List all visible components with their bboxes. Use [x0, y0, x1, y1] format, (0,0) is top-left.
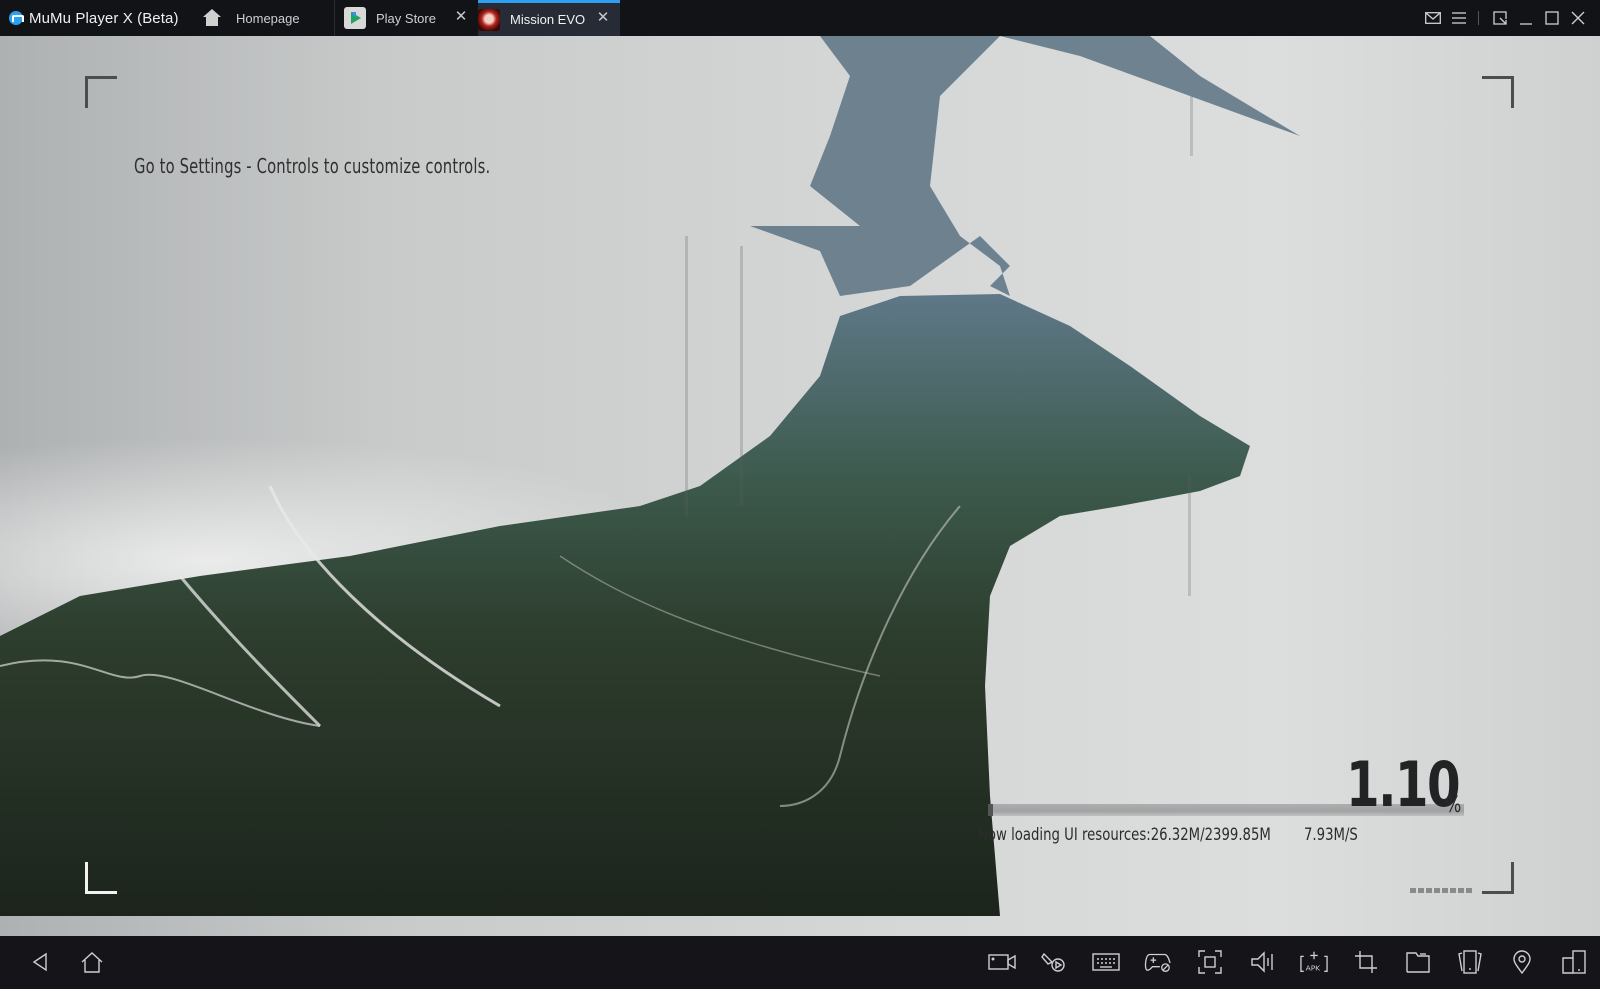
percent-sign: % — [1445, 793, 1462, 818]
shrink-window-button[interactable] — [1487, 0, 1512, 36]
emulator-toolbar: APK — [0, 936, 1600, 989]
frame-corner-bottom-right — [1482, 862, 1514, 894]
progress-percent: 1.10 — [1346, 748, 1461, 821]
back-icon — [32, 952, 47, 972]
location-icon — [1513, 950, 1531, 974]
home-icon — [202, 9, 222, 27]
background-streak — [1188, 476, 1191, 596]
window-controls — [1419, 0, 1600, 36]
mumu-logo-icon — [9, 11, 24, 25]
location-button[interactable] — [1508, 949, 1536, 975]
macro-record-icon — [1041, 952, 1065, 972]
shrink-window-icon — [1492, 11, 1507, 25]
close-tab-icon[interactable]: ✕ — [596, 10, 610, 25]
background-streak — [685, 236, 688, 516]
gamepad-icon — [1144, 953, 1171, 972]
app-brand: MuMu Player X (Beta) — [0, 0, 179, 36]
background-streak — [740, 246, 743, 506]
minimize-icon — [1519, 23, 1532, 25]
title-bar: MuMu Player X (Beta) Homepage Play Store… — [0, 0, 1600, 36]
controls-divider — [1478, 11, 1479, 25]
menu-button[interactable] — [1446, 0, 1471, 36]
mail-icon — [1424, 12, 1441, 24]
loading-status-text: Now loading UI resources:26.32M/2399.85M — [978, 825, 1271, 845]
menu-icon — [1451, 12, 1466, 24]
frame-corner-top-left — [85, 76, 117, 108]
multi-window-button[interactable] — [1560, 949, 1588, 975]
keyboard-button[interactable] — [1092, 949, 1120, 975]
controls-hint-text: Go to Settings - Controls to customize c… — [134, 154, 491, 178]
crop-icon — [1355, 951, 1377, 973]
minimize-button[interactable] — [1513, 0, 1538, 36]
mission-evo-icon — [478, 8, 500, 31]
play-store-icon — [344, 7, 366, 29]
install-apk-button[interactable]: APK — [1300, 949, 1328, 975]
operation-record-button[interactable] — [1040, 949, 1068, 975]
folder-icon — [1406, 952, 1430, 973]
game-viewport[interactable]: Go to Settings - Controls to customize c… — [0, 36, 1600, 936]
shake-button[interactable] — [1456, 949, 1484, 975]
volume-button[interactable] — [1248, 949, 1276, 975]
svg-text:APK: APK — [1306, 963, 1322, 972]
tab-play-store[interactable]: Play Store ✕ — [344, 0, 476, 36]
maximize-icon — [1544, 11, 1559, 25]
volume-icon — [1251, 951, 1273, 973]
multi-instance-icon — [1562, 950, 1586, 974]
shake-icon — [1458, 950, 1482, 974]
home-button[interactable] — [78, 949, 106, 975]
apk-install-icon: APK — [1300, 951, 1328, 972]
app-title: MuMu Player X (Beta) — [29, 9, 179, 27]
close-window-button[interactable] — [1565, 0, 1590, 36]
mail-button[interactable] — [1420, 0, 1445, 36]
frame-corner-top-right — [1482, 76, 1514, 108]
tab-mission-evo[interactable]: Mission EVO ✕ — [478, 0, 620, 36]
back-button[interactable] — [26, 949, 54, 975]
screenshot-icon — [1198, 950, 1222, 974]
android-home-icon — [81, 952, 103, 973]
crop-button[interactable] — [1352, 949, 1380, 975]
keyboard-icon — [1092, 953, 1120, 971]
tab-label: Homepage — [236, 10, 300, 26]
background-streak — [1190, 96, 1193, 156]
video-record-icon — [988, 954, 1016, 970]
frame-corner-bottom-left — [85, 862, 117, 894]
tab-divider — [334, 0, 335, 36]
progress-fill — [988, 804, 994, 816]
tab-label: Mission EVO — [510, 12, 586, 27]
record-button[interactable] — [988, 949, 1016, 975]
close-icon — [1571, 11, 1584, 25]
screenshot-button[interactable] — [1196, 949, 1224, 975]
gamepad-button[interactable] — [1144, 949, 1172, 975]
close-tab-icon[interactable]: ✕ — [454, 9, 468, 24]
download-speed-text: 7.93M/S — [1304, 825, 1358, 845]
version-label — [1410, 888, 1472, 893]
tab-homepage[interactable]: Homepage — [202, 0, 334, 36]
tab-label: Play Store — [376, 10, 436, 26]
shared-folder-button[interactable] — [1404, 949, 1432, 975]
maximize-button[interactable] — [1539, 0, 1564, 36]
